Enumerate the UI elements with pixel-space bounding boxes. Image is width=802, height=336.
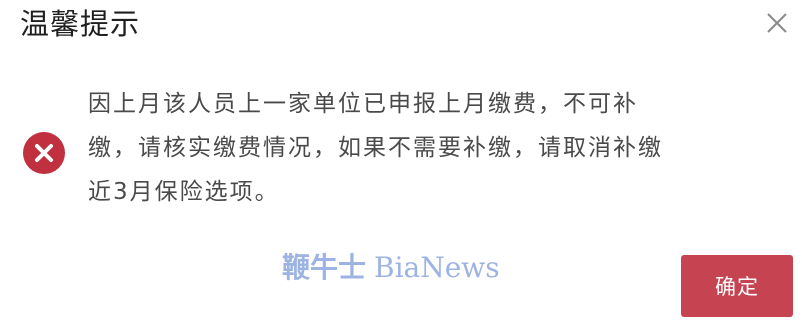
dialog-message: 因上月该人员上一家单位已申报上月缴费，不可补 缴，请核实缴费情况，如果不需要补缴…	[88, 82, 768, 214]
close-icon	[767, 13, 787, 33]
confirm-button[interactable]: 确定	[681, 255, 793, 317]
message-line: 因上月该人员上一家单位已申报上月缴费，不可补	[88, 91, 638, 117]
watermark-cn: 鞭牛士	[282, 251, 367, 284]
alert-dialog: 温馨提示 因上月该人员上一家单位已申报上月缴费，不可补 缴，请核实缴费情况，如果…	[0, 0, 802, 336]
watermark: 鞭牛士 BiaNews	[282, 250, 500, 286]
message-line: 缴，请核实缴费情况，如果不需要补缴，请取消补缴	[88, 135, 663, 161]
error-circle-icon	[23, 132, 65, 174]
watermark-en: BiaNews	[374, 251, 500, 284]
dialog-title: 温馨提示	[20, 7, 141, 41]
close-button[interactable]	[758, 4, 796, 42]
message-line: 近3月保险选项。	[88, 179, 280, 205]
message-row: 因上月该人员上一家单位已申报上月缴费，不可补 缴，请核实缴费情况，如果不需要补缴…	[22, 82, 782, 232]
